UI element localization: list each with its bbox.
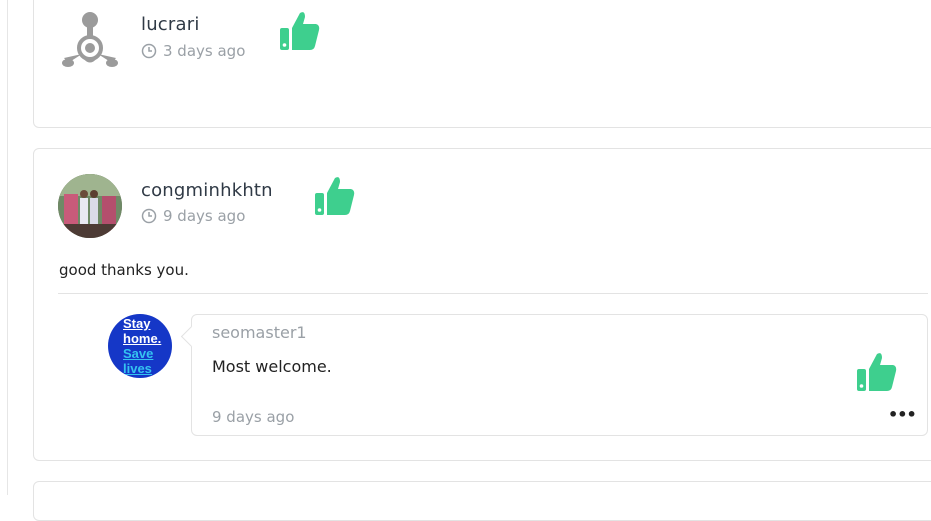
avatar-text-line: Save xyxy=(123,346,154,361)
user-avatar-photo[interactable] xyxy=(58,174,122,238)
timestamp-text: 3 days ago xyxy=(163,42,246,60)
left-divider-line xyxy=(7,0,8,495)
comment-username[interactable]: congminhkhtn xyxy=(141,180,273,201)
comment-username[interactable]: lucrari xyxy=(141,14,200,35)
comment-divider xyxy=(58,293,928,294)
avatar-text-line: home. xyxy=(123,331,162,346)
avatar-text-line: lives xyxy=(123,361,152,376)
reply-bubble-caret xyxy=(180,325,203,348)
timestamp-text: 9 days ago xyxy=(163,207,246,225)
reply-avatar[interactable]: Stay home. Save lives xyxy=(108,314,172,378)
thumbs-up-icon[interactable] xyxy=(856,350,898,396)
comment-card xyxy=(33,481,931,521)
reply-text: Most welcome. xyxy=(212,357,332,376)
reply-timestamp: 9 days ago xyxy=(212,408,295,426)
comment-timestamp: 3 days ago xyxy=(141,42,245,60)
reply-bubble: seomaster1 Most welcome. 9 days ago ••• xyxy=(180,314,928,436)
comment-timestamp: 9 days ago xyxy=(141,207,245,225)
thumbs-up-icon[interactable] xyxy=(314,174,356,220)
comment-text: good thanks you. xyxy=(59,261,189,279)
thumbs-up-icon[interactable] xyxy=(279,9,321,55)
clock-icon xyxy=(141,208,157,224)
more-options-button[interactable]: ••• xyxy=(888,405,917,424)
comment-card: congminhkhtn 9 days ago good thanks you.… xyxy=(33,148,931,461)
clock-icon xyxy=(141,43,157,59)
avatar-text-line: Stay xyxy=(123,316,151,331)
reply-username[interactable]: seomaster1 xyxy=(212,323,307,342)
comment-card: lucrari 3 days ago xyxy=(33,0,931,128)
default-user-icon[interactable] xyxy=(58,9,122,73)
